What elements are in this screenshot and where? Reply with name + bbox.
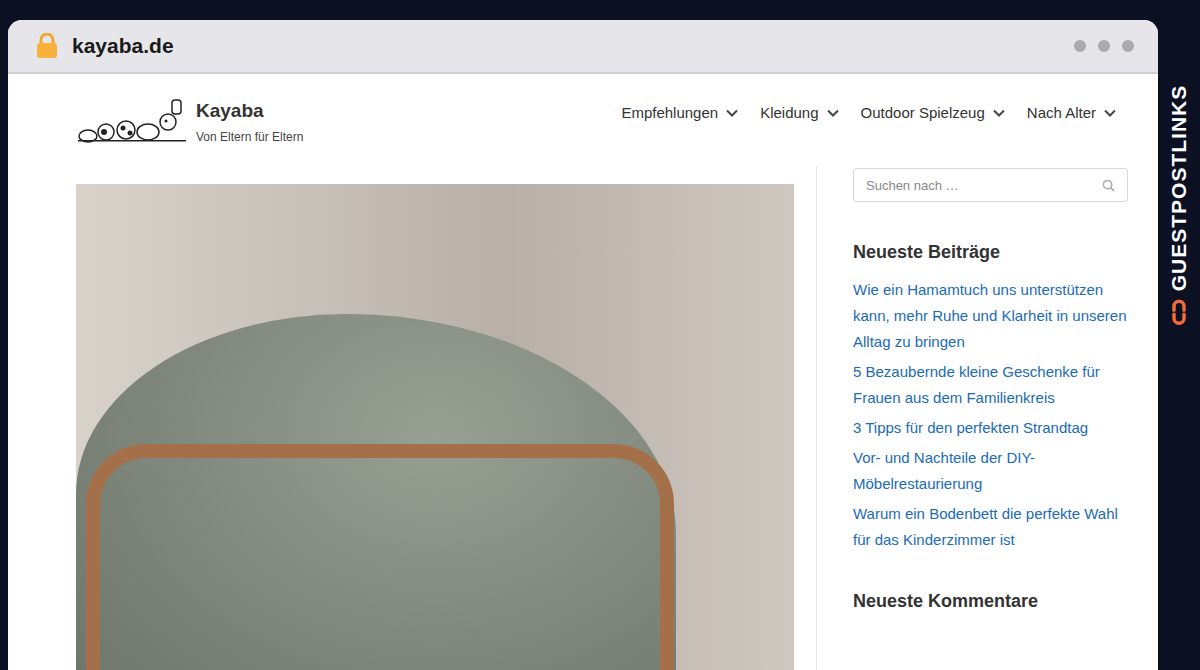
chevron-down-icon (1104, 109, 1116, 117)
chevron-down-icon (726, 109, 738, 117)
hero-image[interactable] (76, 184, 794, 670)
window-dot[interactable] (1122, 40, 1134, 52)
post-link[interactable]: 5 Bezaubernde kleine Geschenke für Fraue… (853, 359, 1128, 411)
search-icon[interactable] (1102, 179, 1115, 192)
search-field[interactable]: Suchen nach … (853, 168, 1128, 202)
widget-title: Neueste Beiträge (853, 242, 1128, 263)
post-link[interactable]: Vor- und Nachteile der DIY-Möbelrestauri… (853, 445, 1128, 497)
sidebar: Suchen nach … Neueste Beiträge Wie ein H… (817, 166, 1128, 670)
main-nav: Empfehlungen Kleidung Outdoor Spielzeug … (621, 92, 1128, 121)
browser-titlebar: kayaba.de (8, 20, 1158, 74)
window-dot[interactable] (1098, 40, 1110, 52)
nav-item[interactable]: Kleidung (760, 104, 838, 121)
nav-item[interactable]: Empfehlungen (621, 104, 738, 121)
nav-item[interactable]: Outdoor Spielzeug (861, 104, 1005, 121)
widget-title: Neueste Kommentare (853, 591, 1128, 612)
browser-window: kayaba.de Kayaba Von Eltern für Eltern E… (8, 20, 1158, 670)
chevron-down-icon (827, 109, 839, 117)
post-link[interactable]: 3 Tipps für den perfekten Strandtag (853, 415, 1128, 441)
site-title[interactable]: Kayaba (196, 100, 303, 122)
window-controls (1074, 40, 1134, 52)
content: Suchen nach … Neueste Beiträge Wie ein H… (76, 166, 1128, 670)
main-column (76, 166, 817, 670)
post-link[interactable]: Warum ein Bodenbett die perfekte Wahl fü… (853, 501, 1128, 553)
logo-icon (76, 92, 188, 148)
site-header: Kayaba Von Eltern für Eltern Empfehlunge… (76, 74, 1128, 166)
stage: kayaba.de Kayaba Von Eltern für Eltern E… (0, 0, 1200, 670)
chevron-down-icon (993, 109, 1005, 117)
brand-strip: GUESTPOSTLINKS (1158, 0, 1200, 670)
brand-logo: GUESTPOSTLINKS (1166, 85, 1192, 326)
site-logo[interactable]: Kayaba Von Eltern für Eltern (76, 92, 303, 148)
nav-item[interactable]: Nach Alter (1027, 104, 1116, 121)
post-link[interactable]: Wie ein Hamamtuch uns unterstützen kann,… (853, 277, 1128, 355)
address-bar[interactable]: kayaba.de (72, 34, 174, 58)
link-icon (1166, 299, 1192, 325)
lock-icon (36, 33, 58, 59)
site-tagline: Von Eltern für Eltern (196, 130, 303, 144)
window-dot[interactable] (1074, 40, 1086, 52)
page: Kayaba Von Eltern für Eltern Empfehlunge… (8, 74, 1158, 670)
recent-posts: Wie ein Hamamtuch uns unterstützen kann,… (853, 277, 1128, 553)
